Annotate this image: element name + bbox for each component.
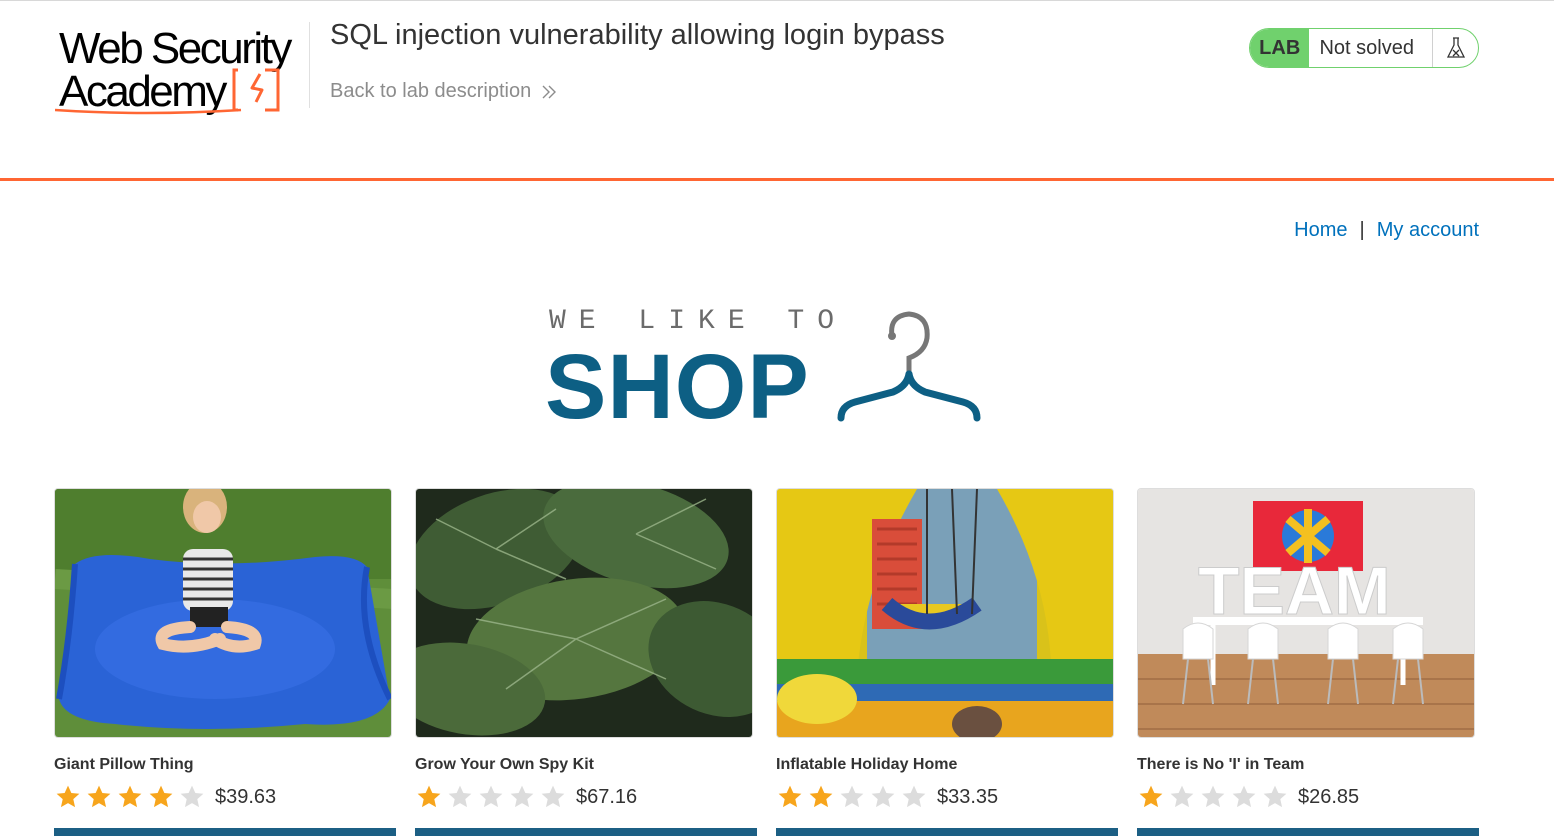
product-price: $39.63 (215, 785, 277, 808)
star-empty-icon (479, 785, 503, 808)
product-name[interactable]: Giant Pillow Thing (54, 756, 194, 774)
product-price: $67.16 (576, 785, 638, 808)
bouncy-castle-photo[interactable] (776, 488, 1114, 738)
star-empty-icon (1201, 785, 1225, 808)
nav-my-account-link[interactable]: My account (1377, 219, 1479, 242)
lab-header: Web Security Academy SQL injection vulne… (0, 0, 1554, 182)
back-to-lab-description-link[interactable]: Back to lab description (330, 80, 557, 103)
team-meeting-room-photo[interactable]: TEAM (1137, 488, 1475, 738)
lab-status-text: Not solved (1319, 36, 1414, 59)
star-empty-icon (1170, 785, 1194, 808)
nav-home-link[interactable]: Home (1294, 219, 1347, 242)
product-rating: $33.35 (776, 784, 998, 810)
star-filled-icon (87, 785, 111, 808)
header-divider (309, 22, 310, 108)
product-name[interactable]: Grow Your Own Spy Kit (415, 756, 594, 774)
star-filled-icon (56, 785, 80, 808)
blue-bean-bag-photo[interactable] (54, 488, 392, 738)
view-details-button[interactable] (776, 828, 1118, 836)
star-filled-icon (778, 785, 802, 808)
star-filled-icon (1139, 785, 1163, 808)
view-details-button[interactable] (415, 828, 757, 836)
header-orange-rule (0, 178, 1554, 181)
lab-title: SQL injection vulnerability allowing log… (330, 19, 945, 51)
shop-tagline: WE LIKE TO (549, 306, 848, 337)
product-rating: $39.63 (54, 784, 276, 810)
star-empty-icon (902, 785, 926, 808)
nav-separator: | (1359, 219, 1365, 241)
star-empty-icon (510, 785, 534, 808)
star-filled-icon (417, 785, 441, 808)
product-name[interactable]: There is No 'I' in Team (1137, 756, 1304, 774)
view-details-button[interactable] (54, 828, 396, 836)
product-card: TEAM There is No 'I' in Team $26.85 (1137, 488, 1479, 836)
clothes-hanger-icon (837, 311, 981, 422)
product-grid: Giant Pillow Thing $39.63 Grow Your Own … (54, 488, 1479, 836)
star-empty-icon (448, 785, 472, 808)
product-name[interactable]: Inflatable Holiday Home (776, 756, 957, 774)
star-filled-icon (118, 785, 142, 808)
star-empty-icon (541, 785, 565, 808)
star-filled-icon (149, 785, 173, 808)
flask-icon (1432, 29, 1478, 67)
lab-badge: LAB (1250, 29, 1310, 67)
product-rating: $26.85 (1137, 784, 1359, 810)
green-leaves-photo[interactable] (415, 488, 753, 738)
shop-banner-logo: WE LIKE TO SHOP (545, 305, 990, 438)
shop-wordmark: SHOP (545, 336, 810, 438)
lab-status-widget: LAB Not solved (1249, 28, 1479, 68)
product-price: $26.85 (1298, 785, 1360, 808)
product-card: Giant Pillow Thing $39.63 (54, 488, 396, 836)
star-filled-icon (809, 785, 833, 808)
star-empty-icon (871, 785, 895, 808)
star-empty-icon (180, 785, 204, 808)
logo-mark-icon (55, 68, 280, 115)
product-card: Inflatable Holiday Home $33.35 (776, 488, 1118, 836)
product-price: $33.35 (937, 785, 999, 808)
top-nav: Home | My account (1294, 219, 1479, 242)
product-card: Grow Your Own Spy Kit $67.16 (415, 488, 757, 836)
web-security-academy-logo[interactable]: Web Security Academy (55, 24, 310, 120)
star-empty-icon (1263, 785, 1287, 808)
product-rating: $67.16 (415, 784, 637, 810)
back-link-label: Back to lab description (330, 80, 532, 102)
double-chevron-right-icon (542, 85, 557, 98)
star-empty-icon (1232, 785, 1256, 808)
view-details-button[interactable] (1137, 828, 1479, 836)
star-empty-icon (840, 785, 864, 808)
